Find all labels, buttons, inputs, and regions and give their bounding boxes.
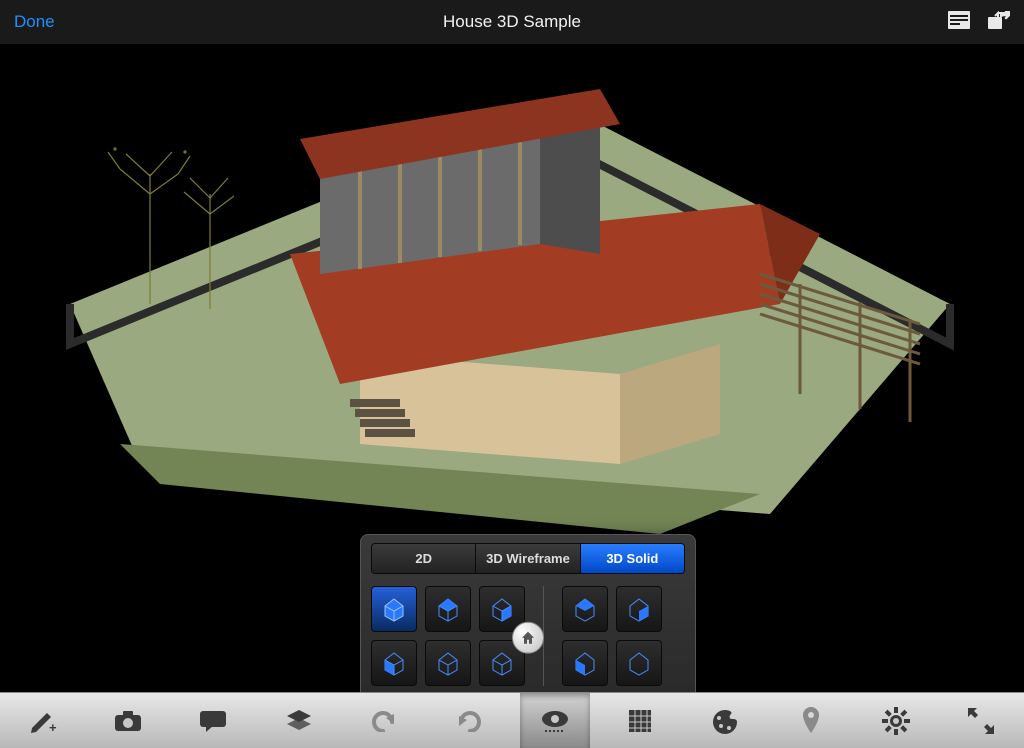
layers-icon xyxy=(285,708,313,734)
home-view-button[interactable] xyxy=(512,622,544,654)
view-mode-segmented: 2D 3D Wireframe 3D Solid xyxy=(371,543,685,574)
tool-layers[interactable] xyxy=(264,693,334,748)
mode-3d-solid[interactable]: 3D Solid xyxy=(581,544,684,573)
iso-preset-2[interactable] xyxy=(425,586,471,632)
bottom-toolbar: + xyxy=(0,692,1024,748)
tool-palette[interactable] xyxy=(690,693,760,748)
redo-icon xyxy=(455,710,483,732)
iso-preset-5[interactable] xyxy=(425,640,471,686)
undo-icon xyxy=(370,710,398,732)
page-title: House 3D Sample xyxy=(443,12,581,32)
iso-preset-4[interactable] xyxy=(371,640,417,686)
pin-icon xyxy=(801,707,821,735)
tool-fullscreen[interactable] xyxy=(946,693,1016,748)
persp-preset-1[interactable] xyxy=(562,586,608,632)
top-right-icons xyxy=(948,11,1010,34)
tool-settings[interactable] xyxy=(861,693,931,748)
iso-presets xyxy=(371,586,525,686)
mode-3d-wireframe[interactable]: 3D Wireframe xyxy=(476,544,580,573)
persp-presets xyxy=(562,586,662,686)
tool-annotate[interactable] xyxy=(178,693,248,748)
tool-location[interactable] xyxy=(776,693,846,748)
preset-views xyxy=(361,582,695,692)
speech-bubble-icon xyxy=(198,709,228,733)
eye-icon xyxy=(539,708,571,734)
camera-icon xyxy=(113,709,143,733)
persp-preset-2[interactable] xyxy=(616,586,662,632)
expand-icon xyxy=(968,708,994,734)
iso-preset-1[interactable] xyxy=(371,586,417,632)
info-panel-icon[interactable] xyxy=(948,11,970,34)
svg-text:+: + xyxy=(49,720,57,734)
view-mode-panel: 2D 3D Wireframe 3D Solid xyxy=(360,534,696,692)
grid-icon xyxy=(628,709,652,733)
persp-preset-3[interactable] xyxy=(562,640,608,686)
tool-redo[interactable] xyxy=(434,693,504,748)
tool-grid[interactable] xyxy=(605,693,675,748)
tool-edit-add[interactable]: + xyxy=(8,693,78,748)
pencil-plus-icon: + xyxy=(29,708,57,734)
tool-undo[interactable] xyxy=(349,693,419,748)
palette-icon xyxy=(711,708,739,734)
viewport-3d[interactable]: 2D 3D Wireframe 3D Solid xyxy=(0,44,1024,692)
top-bar: Done House 3D Sample xyxy=(0,0,1024,44)
gear-icon xyxy=(882,707,910,735)
home-icon xyxy=(520,630,536,646)
mode-2d[interactable]: 2D xyxy=(372,544,476,573)
tool-camera[interactable] xyxy=(93,693,163,748)
share-icon[interactable] xyxy=(988,11,1010,34)
done-button[interactable]: Done xyxy=(14,12,55,32)
tool-view-modes[interactable] xyxy=(520,693,590,748)
persp-preset-4[interactable] xyxy=(616,640,662,686)
